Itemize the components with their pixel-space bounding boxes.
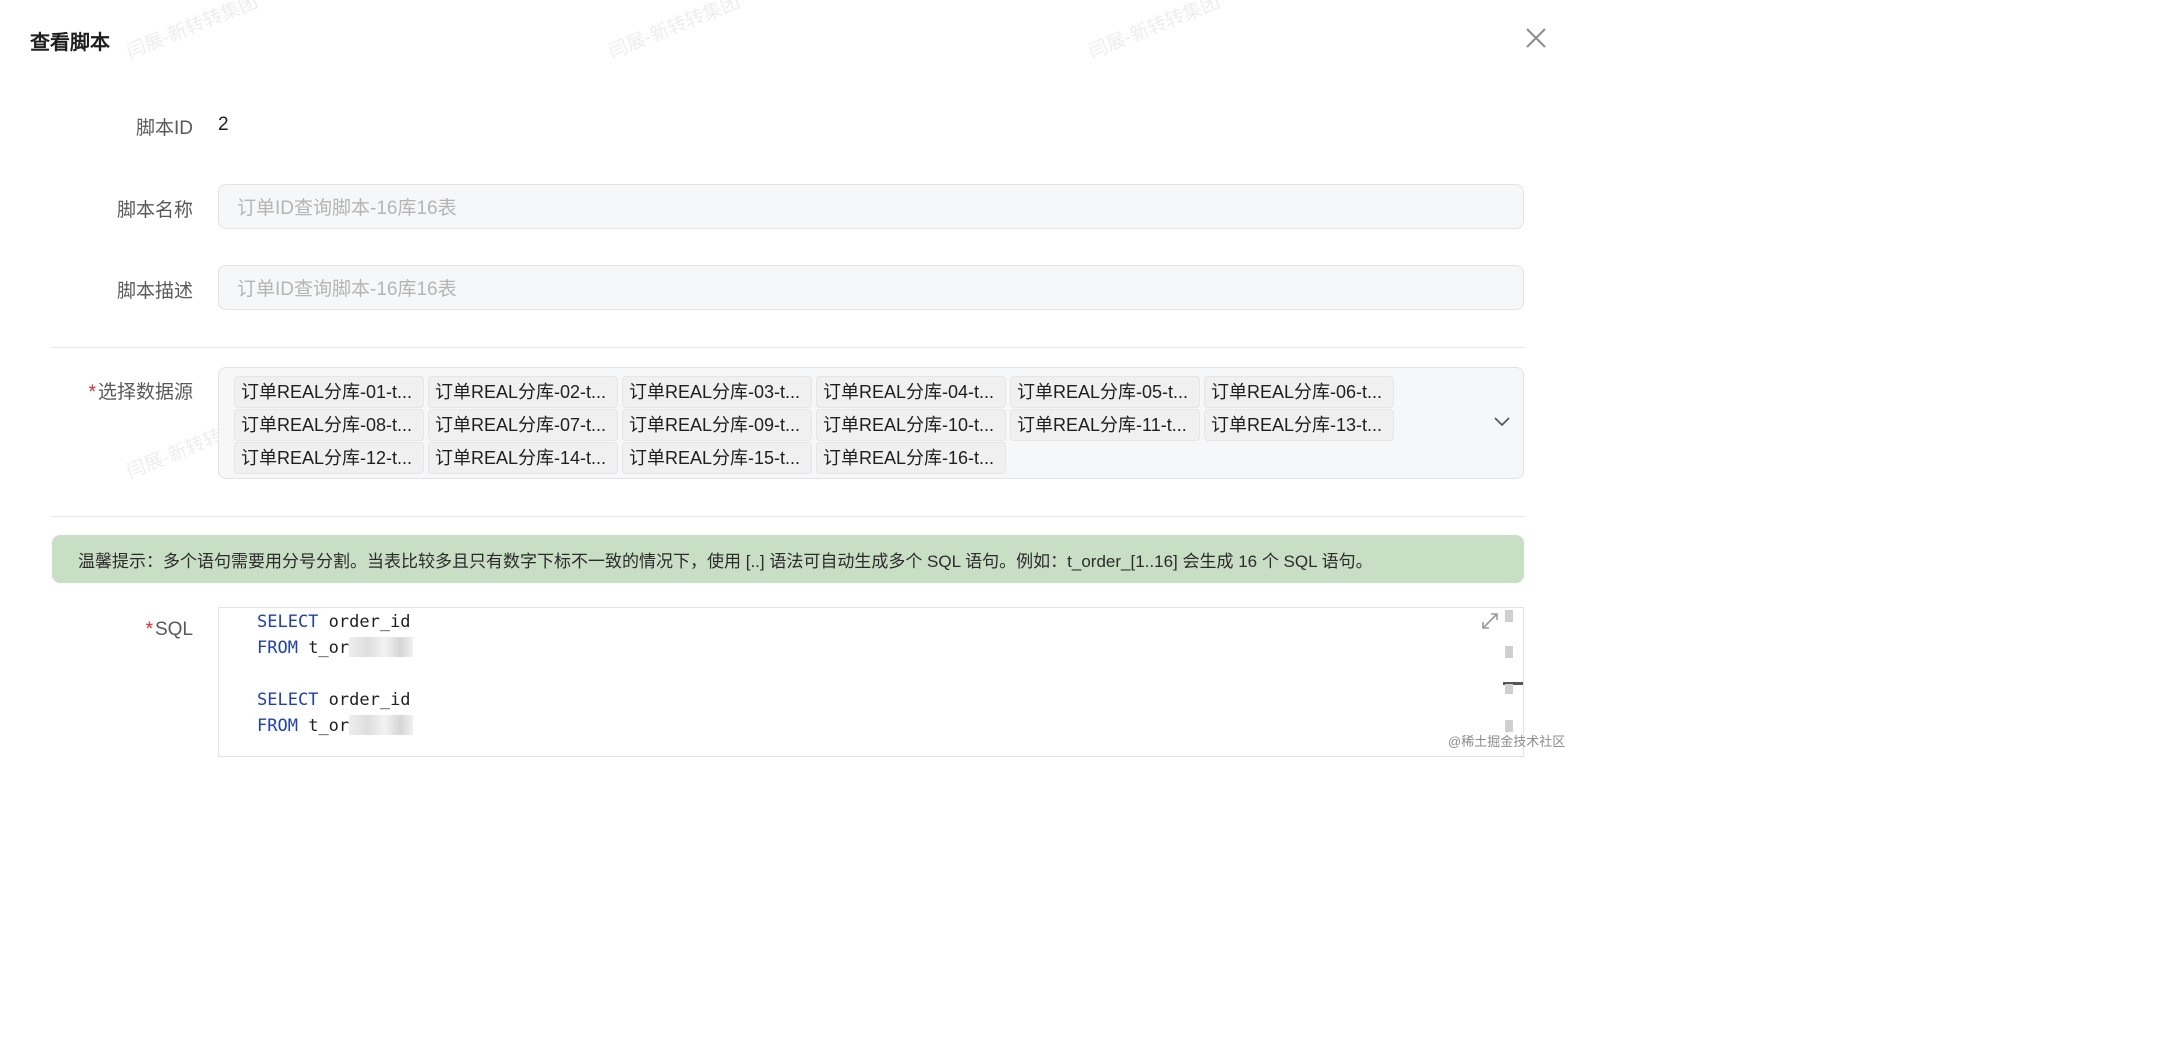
chevron-down-icon[interactable]	[1493, 414, 1511, 428]
datasource-tag[interactable]: 订单REAL分库-11-t...	[1010, 409, 1200, 441]
code-line: FROM t_or	[257, 713, 414, 739]
code-line: SELECT order_id	[257, 609, 413, 635]
required-mark: *	[88, 382, 96, 403]
datasource-tags: 订单REAL分库-01-t... 订单REAL分库-02-t... 订单REAL…	[234, 376, 1404, 474]
datasource-tag[interactable]: 订单REAL分库-12-t...	[234, 442, 424, 474]
sql-keyword: SELECT	[257, 690, 319, 710]
datasource-label-text: 选择数据源	[97, 382, 193, 403]
divider	[52, 516, 1524, 517]
tip-text: 温馨提示：多个语句需要用分号分割。当表比较多且只有数字下标不一致的情况下，使用 …	[78, 551, 1373, 571]
close-icon[interactable]	[1524, 26, 1548, 50]
scroll-marker	[1505, 684, 1513, 694]
watermark: 闫展-新转转集团	[123, 0, 261, 64]
code-line: SELECT order_id	[257, 687, 413, 713]
datasource-label: * 选择数据源	[89, 377, 193, 404]
watermark: 闫展-新转转集团	[605, 0, 743, 64]
sql-label-text: SQL	[154, 619, 193, 640]
datasource-tag[interactable]: 订单REAL分库-15-t...	[622, 442, 812, 474]
sql-text: t_or	[297, 638, 350, 658]
datasource-tag[interactable]: 订单REAL分库-09-t...	[622, 409, 812, 441]
datasource-tag[interactable]: 订单REAL分库-06-t...	[1204, 376, 1394, 408]
redacted-text	[349, 637, 414, 657]
datasource-tag[interactable]: 订单REAL分库-03-t...	[622, 376, 812, 408]
datasource-tag[interactable]: 订单REAL分库-02-t...	[428, 376, 618, 408]
sql-keyword: FROM	[257, 638, 298, 658]
script-name-input[interactable]: 订单ID查询脚本-16库16表	[218, 184, 1524, 229]
script-id-label: 脚本ID	[135, 118, 193, 139]
footer-watermark: @稀土掘金技术社区	[1448, 734, 1566, 749]
sql-editor[interactable]: SELECT order_id FROM t_or SELECT order_id…	[218, 607, 1524, 757]
datasource-tag[interactable]: 订单REAL分库-01-t...	[234, 376, 424, 408]
script-desc-placeholder: 订单ID查询脚本-16库16表	[237, 279, 457, 300]
datasource-tag[interactable]: 订单REAL分库-08-t...	[234, 409, 424, 441]
watermark: 闫展-新转转集团	[1085, 0, 1223, 64]
divider	[52, 347, 1524, 348]
scroll-marker	[1505, 610, 1513, 622]
dialog-title: 查看脚本	[30, 32, 110, 54]
sql-keyword: SELECT	[257, 612, 319, 632]
sql-code: SELECT order_id FROM t_or SELECT order_id…	[257, 609, 414, 739]
datasource-tag[interactable]: 订单REAL分库-10-t...	[816, 409, 1006, 441]
sql-text: order_id	[318, 612, 411, 632]
expand-icon[interactable]	[1481, 612, 1499, 630]
tip-banner: 温馨提示：多个语句需要用分号分割。当表比较多且只有数字下标不一致的情况下，使用 …	[52, 535, 1524, 583]
sql-text: t_or	[297, 716, 350, 736]
datasource-tag[interactable]: 订单REAL分库-04-t...	[816, 376, 1006, 408]
required-mark: *	[145, 619, 153, 640]
scroll-marker	[1505, 646, 1513, 658]
datasource-select[interactable]: 订单REAL分库-01-t... 订单REAL分库-02-t... 订单REAL…	[218, 367, 1524, 479]
script-name-placeholder: 订单ID查询脚本-16库16表	[237, 198, 457, 219]
datasource-tag[interactable]: 订单REAL分库-14-t...	[428, 442, 618, 474]
sql-text: order_id	[318, 690, 411, 710]
script-desc-label: 脚本描述	[116, 281, 193, 302]
sql-keyword: FROM	[257, 716, 298, 736]
script-desc-input[interactable]: 订单ID查询脚本-16库16表	[218, 265, 1524, 310]
datasource-tag[interactable]: 订单REAL分库-13-t...	[1204, 409, 1394, 441]
script-id-value: 2	[218, 114, 229, 135]
redacted-text	[349, 715, 414, 735]
script-name-label: 脚本名称	[116, 200, 193, 221]
datasource-tag[interactable]: 订单REAL分库-05-t...	[1010, 376, 1200, 408]
datasource-tag[interactable]: 订单REAL分库-07-t...	[428, 409, 618, 441]
datasource-tag[interactable]: 订单REAL分库-16-t...	[816, 442, 1006, 474]
code-line: FROM t_or	[257, 635, 414, 661]
sql-label: * SQL	[146, 619, 193, 641]
